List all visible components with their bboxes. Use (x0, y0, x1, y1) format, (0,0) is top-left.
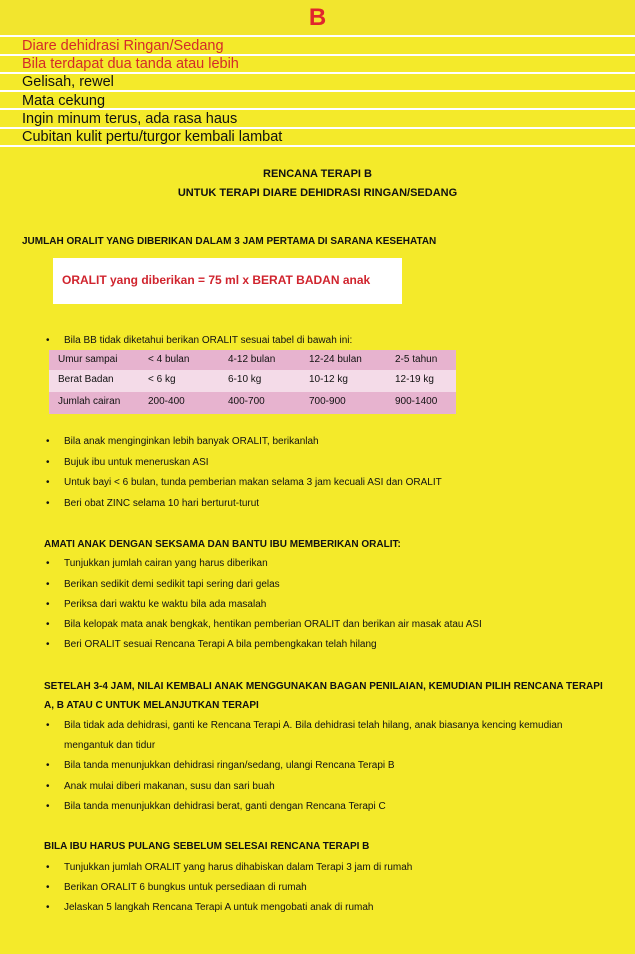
list-item-text: Jelaskan 5 langkah Rencana Terapi A untu… (64, 902, 374, 913)
list-item-text: Bila tanda menunjukkan dehidrasi berat, … (64, 801, 386, 812)
list-item-text: Beri obat ZINC selama 10 hari berturut-t… (64, 498, 260, 509)
table-cell: < 4 bulan (148, 354, 190, 365)
table-cell: 2-5 tahun (395, 354, 438, 365)
signs-title: Diare dehidrasi Ringan/Sedang (22, 38, 224, 54)
list-item: • Berikan sedikit demi sedikit tapi serin… (46, 575, 280, 595)
oralit-formula-box: ORALIT yang diberikan = 75 ml x BERAT BA… (53, 258, 402, 304)
table-cell: 4-12 bulan (228, 354, 276, 365)
list-item: • Bila anak menginginkan lebih banyak ORA… (46, 432, 319, 452)
signs-subtitle: Bila terdapat dua tanda atau lebih (22, 56, 239, 72)
table-cell: 700-900 (309, 396, 346, 407)
header-band: B (0, 0, 635, 36)
table-cell: 10-12 kg (309, 374, 348, 385)
table-cell: 12-24 bulan (309, 354, 362, 365)
table-cell: 900-1400 (395, 396, 438, 407)
list-item: • Berikan ORALIT 6 bungkus untuk persedia… (46, 878, 307, 898)
oralit-table: Umur sampai < 4 bulan 4-12 bulan 12-24 b… (49, 350, 456, 414)
table-cell: 12-19 kg (395, 374, 434, 385)
list-item: • Untuk bayi < 6 bulan, tunda pemberian m… (46, 473, 442, 493)
table-cell: Berat Badan (58, 374, 114, 385)
list-item: • Bila tanda menunjukkan dehidrasi ringan… (46, 756, 395, 776)
bullet-icon: • (46, 619, 50, 630)
observe-heading: AMATI ANAK DENGAN SEKSAMA DAN BANTU IBU … (44, 539, 401, 550)
bullet-icon: • (46, 720, 50, 731)
list-item: • Beri ORALIT sesuai Rencana Terapi A bil… (46, 635, 377, 655)
table-row: Umur sampai < 4 bulan 4-12 bulan 12-24 b… (49, 350, 456, 370)
table-row: Berat Badan < 6 kg 6-10 kg 10-12 kg 12-1… (49, 370, 456, 392)
bullet-icon: • (46, 335, 50, 346)
bullet-icon: • (46, 902, 50, 913)
table-cell: Jumlah cairan (58, 396, 121, 407)
bullet-icon: • (46, 579, 50, 590)
table-cell: Umur sampai (58, 354, 118, 365)
divider (0, 145, 635, 147)
table-cell: < 6 kg (148, 374, 176, 385)
bullet-icon: • (46, 477, 50, 488)
list-item-text: Bila tidak ada dehidrasi, ganti ke Renca… (64, 720, 563, 731)
oralit-heading: JUMLAH ORALIT YANG DIBERIKAN DALAM 3 JAM… (22, 236, 437, 247)
list-item-text: Bila anak menginginkan lebih banyak ORAL… (64, 436, 319, 447)
table-row: Jumlah cairan 200-400 400-700 700-900 90… (49, 392, 456, 414)
home-heading: BILA IBU HARUS PULANG SEBELUM SELESAI RE… (44, 841, 370, 852)
table-cell: 200-400 (148, 396, 185, 407)
bullet-icon: • (46, 882, 50, 893)
table-cell: 400-700 (228, 396, 265, 407)
list-item: • Bujuk ibu untuk meneruskan ASI (46, 453, 209, 473)
list-item-text: Anak mulai diberi makanan, susu dan sari… (64, 781, 275, 792)
list-item-text: Periksa dari waktu ke waktu bila ada mas… (64, 599, 267, 610)
list-item: • Bila kelopak mata anak bengkak, hentika… (46, 615, 482, 635)
bullet-icon: • (46, 498, 50, 509)
bullet-icon: • (46, 558, 50, 569)
list-item-text: Untuk bayi < 6 bulan, tunda pemberian ma… (64, 477, 442, 488)
list-item: • Bila tanda menunjukkan dehidrasi berat,… (46, 797, 386, 817)
list-item: • Anak mulai diberi makanan, susu dan sar… (46, 777, 275, 797)
table-cell: 6-10 kg (228, 374, 262, 385)
list-item-text: Bujuk ibu untuk meneruskan ASI (64, 457, 209, 468)
bullet-icon: • (46, 781, 50, 792)
bullet-icon: • (46, 457, 50, 468)
plan-subtitle: UNTUK TERAPI DIARE DEHIDRASI RINGAN/SEDA… (177, 187, 458, 199)
list-item: • Tunjukkan jumlah ORALIT yang harus diha… (46, 858, 413, 878)
plan-title: RENCANA TERAPI B (263, 168, 372, 180)
list-item-text: Bila kelopak mata anak bengkak, hentikan… (64, 619, 482, 630)
list-item-text: Tunjukkan jumlah cairan yang harus diber… (64, 558, 268, 569)
list-item: • Tunjukkan jumlah cairan yang harus dibe… (46, 554, 268, 574)
after-heading-cont: A, B ATAU C UNTUK MELANJUTKAN TERAPI (44, 700, 259, 711)
bullet-icon: • (46, 639, 50, 650)
bullet-icon: • (46, 599, 50, 610)
bullet-icon: • (46, 760, 50, 771)
list-item-text: Berikan sedikit demi sedikit tapi sering… (64, 579, 280, 590)
bullet-icon: • (46, 862, 50, 873)
list-item: • Bila tidak ada dehidrasi, ganti ke Renc… (46, 716, 563, 736)
bb-note: Bila BB tidak diketahui berikan ORALIT s… (64, 335, 353, 346)
sign-item: Ingin minum terus, ada rasa haus (22, 111, 238, 127)
list-item: • Periksa dari waktu ke waktu bila ada ma… (46, 595, 267, 615)
list-item-text: Bila tanda menunjukkan dehidrasi ringan/… (64, 760, 395, 771)
bullet-icon: • (46, 801, 50, 812)
list-item: • Beri obat ZINC selama 10 hari berturut-… (46, 494, 260, 514)
list-item-text: Beri ORALIT sesuai Rencana Terapi A bila… (64, 639, 377, 650)
list-item-text: Berikan ORALIT 6 bungkus untuk persediaa… (64, 882, 307, 893)
list-item-continuation: mengantuk dan tidur (64, 740, 156, 751)
sign-item: Gelisah, rewel (22, 74, 114, 90)
list-item: • Jelaskan 5 langkah Rencana Terapi A unt… (46, 898, 374, 918)
oralit-formula: ORALIT yang diberikan = 75 ml x BERAT BA… (62, 273, 371, 287)
list-item: • Bila BB tidak diketahui berikan ORALIT… (46, 331, 353, 351)
list-item-text: Tunjukkan jumlah ORALIT yang harus dihab… (64, 862, 413, 873)
plan-letter: B (308, 4, 327, 31)
sign-item: Cubitan kulit pertu/turgor kembali lamba… (22, 129, 283, 145)
after-heading: SETELAH 3-4 JAM, NILAI KEMBALI ANAK MENG… (44, 681, 603, 692)
bullet-icon: • (46, 436, 50, 447)
